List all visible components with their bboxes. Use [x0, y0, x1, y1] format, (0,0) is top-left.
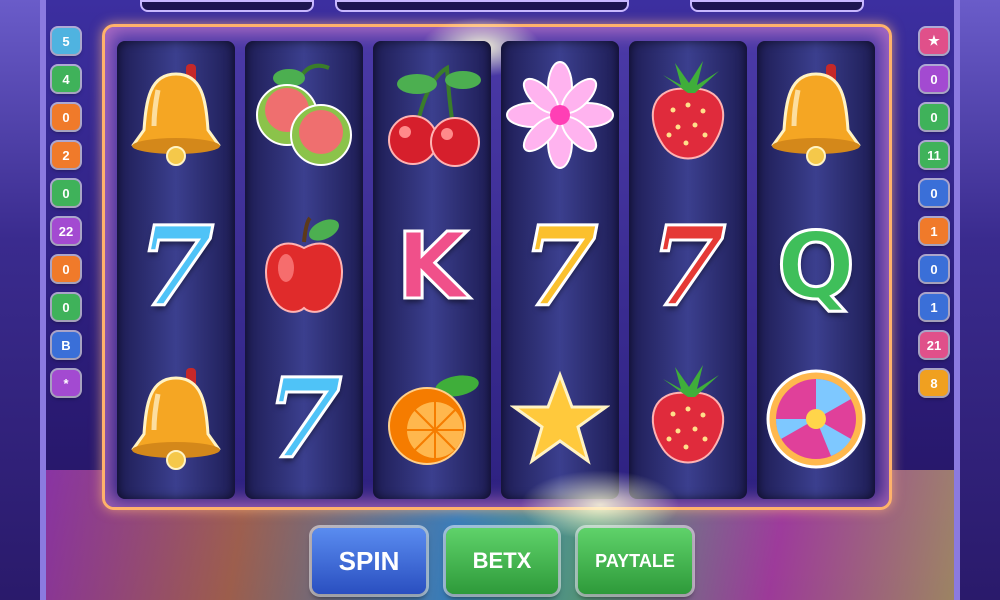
payline-left-9[interactable]: B [52, 332, 80, 358]
paytable-button[interactable]: PAYTALE [578, 528, 692, 594]
payline-left-2[interactable]: 4 [52, 66, 80, 92]
payline-right-10[interactable]: 8 [920, 370, 948, 396]
top-panel-center [335, 0, 629, 12]
q-letter-icon: Q [775, 213, 856, 320]
payline-right-6[interactable]: 1 [920, 218, 948, 244]
reel-1: 7 [117, 41, 235, 499]
apple-icon [245, 197, 363, 337]
bell-icon [757, 45, 875, 185]
bet-button[interactable]: BETX [446, 528, 558, 594]
cherry-icon [373, 45, 491, 185]
k-letter-icon: K [395, 213, 469, 320]
seven-icon: 7 [648, 202, 728, 331]
reel-2: 7 [245, 41, 363, 499]
payline-left-1[interactable]: 5 [52, 28, 80, 54]
payline-right-9[interactable]: 21 [920, 332, 948, 358]
payline-right-8[interactable]: 1 [920, 294, 948, 320]
reel-6: Q [757, 41, 875, 499]
strawberry-icon [629, 349, 747, 489]
top-panel-right [690, 0, 864, 12]
strawberry-icon [629, 45, 747, 185]
paytable-button-label: PAYTALE [595, 550, 675, 571]
payline-right-7[interactable]: 0 [920, 256, 948, 282]
payline-left-3[interactable]: 0 [52, 104, 80, 130]
spin-button[interactable]: SPIN [312, 528, 426, 594]
left-payline-rail: 5 4 0 2 0 22 0 0 B * [46, 28, 86, 408]
bell-icon [117, 45, 235, 185]
payline-left-10[interactable]: * [52, 370, 80, 396]
seven-icon: 7 [264, 354, 344, 483]
payline-right-3[interactable]: 0 [920, 104, 948, 130]
star-icon [501, 349, 619, 489]
payline-right-4[interactable]: 11 [920, 142, 948, 168]
bell-icon [117, 349, 235, 489]
payline-left-4[interactable]: 2 [52, 142, 80, 168]
lime-icon [245, 45, 363, 185]
payline-left-6[interactable]: 22 [52, 218, 80, 244]
bet-button-label: BETX [472, 548, 532, 573]
payline-right-1[interactable]: ★ [920, 28, 948, 54]
top-panel-left [140, 0, 314, 12]
reel-4: 7 [501, 41, 619, 499]
flower-icon [501, 45, 619, 185]
reel-3: K [373, 41, 491, 499]
payline-right-5[interactable]: 0 [920, 180, 948, 206]
orange-icon [373, 349, 491, 489]
right-payline-rail: ★ 0 0 11 0 1 0 1 21 8 [914, 28, 954, 408]
spin-button-label: SPIN [338, 545, 400, 576]
reel-5: 7 [629, 41, 747, 499]
payline-left-7[interactable]: 0 [52, 256, 80, 282]
reels-window: 7 7 K 7 7 Q [102, 17, 892, 510]
wheel-icon [757, 349, 875, 489]
payline-left-5[interactable]: 0 [52, 180, 80, 206]
payline-right-2[interactable]: 0 [920, 66, 948, 92]
seven-icon: 7 [520, 202, 600, 331]
seven-icon: 7 [136, 202, 216, 331]
payline-left-8[interactable]: 0 [52, 294, 80, 320]
